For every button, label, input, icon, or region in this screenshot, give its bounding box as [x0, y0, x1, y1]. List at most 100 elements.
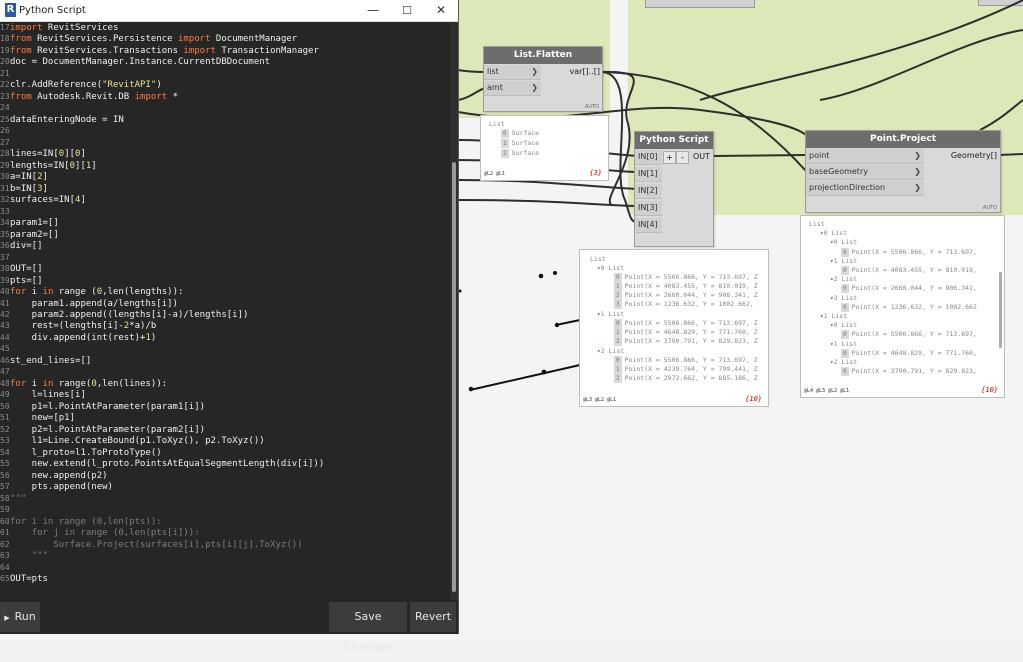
input-port-amt[interactable]: amt ❯ [484, 81, 541, 96]
code-line[interactable]: 46st_end_lines=[] [0, 355, 91, 366]
item-index: 0 [841, 284, 849, 294]
code-line[interactable]: 54 l_proto=l1.ToProtoType() [0, 447, 162, 458]
input-port-point[interactable]: point ❯ [806, 149, 924, 164]
item-value: Point(X = 4239.764, Y = 799.441, Z [624, 365, 758, 373]
preview-scrollbar[interactable] [999, 272, 1002, 348]
code-line[interactable]: 20doc = DocumentManager.Instance.Current… [0, 56, 270, 67]
list-group-label: List [809, 220, 825, 229]
code-line[interactable]: 63 """ [0, 550, 48, 561]
code-line[interactable]: 61 for j in range (0,len(pts[i])): [0, 527, 200, 538]
node-python-script[interactable]: Python Script IN[0] IN[1] IN[2] IN[3] IN… [634, 131, 714, 247]
code-line[interactable]: 47 [0, 366, 10, 377]
code-line[interactable]: 24 [0, 102, 10, 113]
code-line[interactable]: 31b=IN[3] [0, 183, 48, 194]
code-line[interactable]: 29lengths=IN[0][1] [0, 160, 97, 171]
code-line[interactable]: 65OUT=pts [0, 573, 48, 584]
remove-input-button[interactable]: - [676, 151, 689, 164]
save-changes-button[interactable]: Save Changes [329, 602, 407, 653]
code-token: new.extend(l_proto.PointsAtEqualSegmentL… [10, 459, 325, 470]
code-line[interactable]: 62 Surface.Project(surfaces[i],pts[i][j]… [0, 539, 303, 550]
line-number: 60 [0, 516, 10, 526]
code-line[interactable]: 37 [0, 252, 10, 263]
code-line[interactable]: 30a=IN[2] [0, 171, 48, 182]
close-button[interactable]: ✕ [424, 0, 458, 21]
scrollbar-thumb[interactable] [452, 162, 456, 592]
code-line[interactable]: 64 [0, 562, 10, 573]
code-line[interactable]: 40for i in range (0,len(lengths)): [0, 286, 183, 297]
item-value: Point(X = 1236.632, Y = 1002.662, [624, 300, 754, 308]
output-port-geometry[interactable]: Geometry[] [951, 149, 997, 163]
code-token: div.append(int(rest)+ [10, 332, 146, 343]
code-line[interactable]: 28lines=IN[0][0] [0, 148, 86, 159]
code-line[interactable]: 33 [0, 206, 10, 217]
input-port-list[interactable]: list ❯ [484, 65, 541, 80]
code-line[interactable]: 44 div.append(int(rest)+1) [0, 332, 156, 343]
preview-point-project[interactable]: @L4 @L3 @L2 @L1 {10} List ▾0 List ▾0 List 0… [800, 215, 1005, 398]
code-line[interactable]: 48for i in range(0,len(lines)): [0, 378, 167, 389]
list-group-label: ▾2 List [830, 275, 857, 284]
code-line[interactable]: 23from Autodesk.Revit.DB import * [0, 91, 178, 102]
code-line[interactable]: 35param2=[] [0, 229, 59, 240]
output-port-out[interactable]: OUT [693, 150, 710, 164]
preview-list-flatten[interactable]: List 0 Surface 1 Surface 2 Surface @L2 @L1 … [480, 115, 609, 181]
code-editor[interactable]: 17import RevitServices 18from RevitServic… [0, 22, 450, 600]
code-line[interactable]: 18from RevitServices.Persistence import … [0, 33, 297, 44]
code-line[interactable]: 17import RevitServices [0, 22, 118, 33]
code-line[interactable]: 26 [0, 125, 10, 136]
input-port-in4[interactable]: IN[4] [635, 218, 662, 233]
code-line[interactable]: 41 param1.append(a/lengths[i]) [0, 298, 178, 309]
code-line[interactable]: 49 l=lines[i] [0, 389, 86, 400]
chevron-right-icon: ❯ [531, 67, 538, 76]
code-line[interactable]: 22clr.AddReference("RevitAPI") [0, 79, 162, 90]
code-line[interactable]: 58""" [0, 493, 26, 504]
code-line[interactable]: 55 new.extend(l_proto.PointsAtEqualSegme… [0, 458, 324, 469]
editor-scrollbar[interactable] [450, 22, 458, 600]
code-line[interactable]: 43 rest=(lengths[i]-2*a)/b [0, 320, 156, 331]
item-value: Surface [511, 139, 540, 147]
line-number: 17 [0, 23, 10, 32]
item-index: 0 [841, 348, 849, 358]
code-line[interactable]: 56 new.append(p2) [0, 470, 108, 481]
preview-levels: @L3 @L2 @L1 [583, 397, 617, 403]
code-line[interactable]: 57 pts.append(new) [0, 481, 113, 492]
code-line[interactable]: 42 param2.append((lengths[i]-a)/lengths[… [0, 309, 248, 320]
code-token: param1=[] [10, 218, 59, 229]
input-port-in1[interactable]: IN[1] [635, 167, 662, 182]
code-line[interactable]: 27 [0, 137, 10, 148]
code-line[interactable]: 50 p1=l.PointAtParameter(param1[i]) [0, 401, 205, 412]
code-line[interactable]: 38OUT=[] [0, 263, 43, 274]
item-index: 1 [614, 328, 622, 337]
node-point-project[interactable]: Point.Project point ❯ baseGeometry ❯ proje… [805, 130, 1001, 213]
input-port-projectiondirection[interactable]: projectionDirection ❯ [806, 181, 924, 196]
code-line[interactable]: 36div=[] [0, 240, 43, 251]
code-line[interactable]: 52 p2=l.PointAtParameter(param2[i]) [0, 424, 205, 435]
minimize-button[interactable]: — [356, 0, 390, 21]
node-list-flatten[interactable]: List.Flatten list ❯ amt ❯ var[]..[] AUTO [483, 46, 603, 112]
code-line[interactable]: 32surfaces=IN[4] [0, 194, 86, 205]
add-input-button[interactable]: + [663, 151, 676, 164]
code-line[interactable]: 53 l1=Line.CreateBound(p1.ToXyz(), p2.To… [0, 435, 265, 446]
code-token: range ( [53, 287, 97, 298]
run-button[interactable]: ▶ Run [0, 602, 40, 632]
code-line[interactable]: 39pts=[] [0, 275, 43, 286]
line-number: 34 [0, 218, 10, 228]
chevron-right-icon: ❯ [531, 83, 538, 92]
revert-button[interactable]: Revert [410, 602, 456, 632]
code-line[interactable]: 34param1=[] [0, 217, 59, 228]
title-bar[interactable]: R Python Script — ☐ ✕ [0, 0, 458, 22]
code-line[interactable]: 19from RevitServices.Transactions import… [0, 45, 319, 56]
code-line[interactable]: 25dataEnteringNode = IN [0, 114, 124, 125]
code-line[interactable]: 45 [0, 343, 10, 354]
input-port-basegeometry[interactable]: baseGeometry ❯ [806, 165, 924, 180]
code-line[interactable]: 21 [0, 68, 10, 79]
preview-python-script[interactable]: List ▾0 List 0 Point(X = 5506.866, Y = 71… [579, 249, 769, 407]
python-editor-window[interactable]: R Python Script — ☐ ✕ 17import RevitServ… [0, 0, 459, 653]
output-port-var[interactable]: var[]..[] [570, 65, 601, 79]
input-port-in2[interactable]: IN[2] [635, 184, 662, 199]
code-line[interactable]: 59 [0, 504, 10, 515]
input-port-in0[interactable]: IN[0] [635, 150, 662, 165]
code-line[interactable]: 51 new=[p1] [0, 412, 75, 423]
code-line[interactable]: 60for i in range (0,len(pts)): [0, 516, 162, 527]
maximize-button[interactable]: ☐ [390, 0, 424, 21]
input-port-in3[interactable]: IN[3] [635, 201, 662, 216]
